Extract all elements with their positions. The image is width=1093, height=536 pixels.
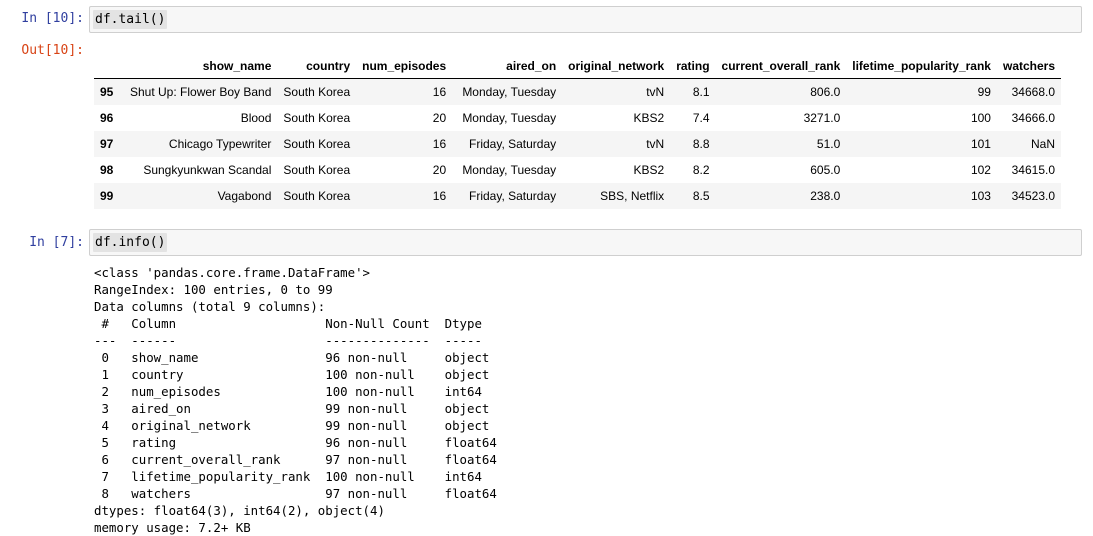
info-line: 8 watchers 97 non-null float64 (94, 486, 497, 501)
table-cell: 16 (432, 137, 447, 151)
table-cell: South Korea (283, 163, 351, 177)
cell-in-prompt-tail: In [10]: (21, 11, 84, 26)
column-header: watchers (996, 54, 1062, 79)
table-cell: South Korea (283, 189, 351, 203)
table-cell: 100 (970, 111, 991, 125)
table-cell: Sungkyunkwan Scandal (143, 163, 272, 177)
table-cell: SBS, Netflix (600, 189, 665, 203)
table-cell: KBS2 (633, 111, 665, 125)
info-output: <class 'pandas.core.frame.DataFrame'> Ra… (94, 264, 497, 536)
info-line: 1 country 100 non-null object (94, 367, 497, 382)
table-cell: South Korea (283, 111, 351, 125)
table-cell: 7.4 (692, 111, 710, 125)
table-row: 95 Shut Up: Flower Boy Band South Korea … (94, 78, 1062, 105)
table-cell: 103 (970, 189, 991, 203)
table-cell: 8.2 (692, 163, 710, 177)
cell-out-prompt-tail: Out[10]: (21, 43, 84, 58)
table-cell: 8.1 (692, 85, 710, 99)
column-header (94, 54, 124, 79)
table-cell: tvN (646, 137, 665, 151)
table-cell: 238.0 (810, 189, 841, 203)
info-line: 7 lifetime_popularity_rank 100 non-null … (94, 469, 497, 484)
table-cell: tvN (646, 85, 665, 99)
dataframe-table: show_name country num_episodes aired_on … (94, 54, 1062, 209)
row-index: 99 (100, 189, 114, 203)
column-header: current_overall_rank (715, 54, 847, 79)
table-cell: Shut Up: Flower Boy Band (130, 85, 272, 99)
table-cell: South Korea (283, 85, 351, 99)
table-cell: Chicago Typewriter (168, 137, 272, 151)
table-cell: Friday, Saturday (469, 137, 557, 151)
table-cell: 34668.0 (1011, 85, 1056, 99)
table-cell: 99 (977, 85, 991, 99)
info-line: 6 current_overall_rank 97 non-null float… (94, 452, 497, 467)
info-line: dtypes: float64(3), int64(2), object(4) (94, 503, 385, 518)
code-input-info[interactable]: df.info() (89, 229, 1082, 256)
info-line: 0 show_name 96 non-null object (94, 350, 497, 365)
table-cell: 8.5 (692, 189, 710, 203)
table-row: 99 Vagabond South Korea 16 Friday, Satur… (94, 183, 1062, 209)
code-input-tail[interactable]: df.tail() (89, 6, 1082, 33)
table-cell: Blood (240, 111, 272, 125)
column-header: rating (670, 54, 716, 79)
table-cell: 16 (432, 85, 447, 99)
table-cell: Vagabond (217, 189, 272, 203)
row-index: 95 (100, 85, 114, 99)
table-row: 97 Chicago Typewriter South Korea 16 Fri… (94, 131, 1062, 157)
table-cell: 8.8 (692, 137, 710, 151)
code-text-info: df.info() (95, 235, 166, 250)
row-index: 98 (100, 163, 114, 177)
table-cell: Friday, Saturday (469, 189, 557, 203)
column-header: aired_on (452, 54, 563, 79)
table-cell: 34523.0 (1011, 189, 1056, 203)
table-cell: 16 (432, 189, 447, 203)
info-line: RangeIndex: 100 entries, 0 to 99 (94, 282, 333, 297)
info-line: 3 aired_on 99 non-null object (94, 401, 497, 416)
column-header: country (277, 54, 357, 79)
column-header: show_name (124, 54, 278, 79)
table-header-row: show_name country num_episodes aired_on … (94, 54, 1062, 79)
row-index: 97 (100, 137, 114, 151)
info-line: --- ------ -------------- ----- (94, 333, 497, 348)
table-cell: NaN (1031, 137, 1056, 151)
column-header: lifetime_popularity_rank (846, 54, 997, 79)
column-header: original_network (562, 54, 671, 79)
table-cell: 20 (432, 111, 447, 125)
table-cell: South Korea (283, 137, 351, 151)
cell-in-prompt-info: In [7]: (29, 235, 84, 250)
table-cell: 3271.0 (803, 111, 841, 125)
table-row: 98 Sungkyunkwan Scandal South Korea 20 M… (94, 157, 1061, 183)
row-index: 96 (100, 111, 114, 125)
table-row: 96 Blood South Korea 20 Monday, Tuesday … (94, 105, 1061, 131)
table-cell: 20 (432, 163, 447, 177)
table-cell: 102 (970, 163, 991, 177)
table-cell: 51.0 (816, 137, 841, 151)
table-cell: 34666.0 (1011, 111, 1056, 125)
table-cell: 806.0 (810, 85, 841, 99)
table-cell: Monday, Tuesday (462, 111, 557, 125)
column-header: num_episodes (356, 54, 453, 79)
table-cell: KBS2 (633, 163, 665, 177)
table-cell: 101 (970, 137, 991, 151)
code-text-tail: df.tail() (95, 12, 166, 27)
info-line: 2 num_episodes 100 non-null int64 (94, 384, 497, 399)
table-cell: 34615.0 (1011, 163, 1056, 177)
info-line: <class 'pandas.core.frame.DataFrame'> (94, 265, 371, 280)
info-line: 4 original_network 99 non-null object (94, 418, 497, 433)
info-line: 5 rating 96 non-null float64 (94, 435, 497, 450)
table-cell: 605.0 (810, 163, 841, 177)
info-line: Data columns (total 9 columns): (94, 299, 326, 314)
table-cell: Monday, Tuesday (462, 163, 557, 177)
table-cell: Monday, Tuesday (462, 85, 557, 99)
info-line: memory usage: 7.2+ KB (94, 520, 251, 535)
info-line: # Column Non-Null Count Dtype (94, 316, 497, 331)
